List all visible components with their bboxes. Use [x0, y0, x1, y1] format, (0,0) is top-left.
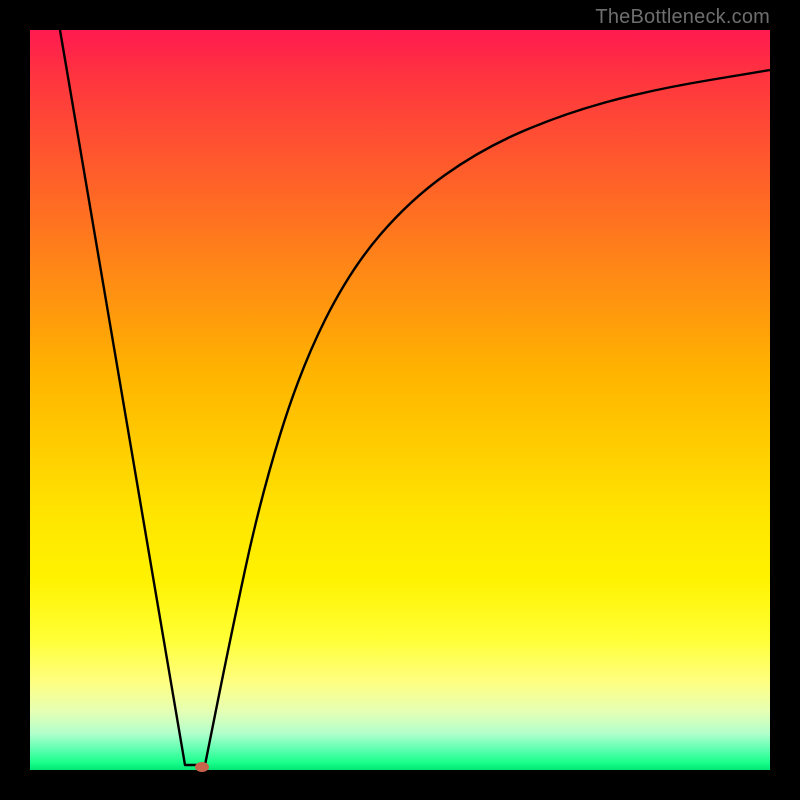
chart-frame: TheBottleneck.com [0, 0, 800, 800]
attribution-text: TheBottleneck.com [595, 6, 770, 29]
plot-area [30, 30, 770, 770]
curve-svg [30, 30, 770, 770]
optimum-marker [195, 762, 209, 772]
bottleneck-curve [60, 30, 770, 765]
